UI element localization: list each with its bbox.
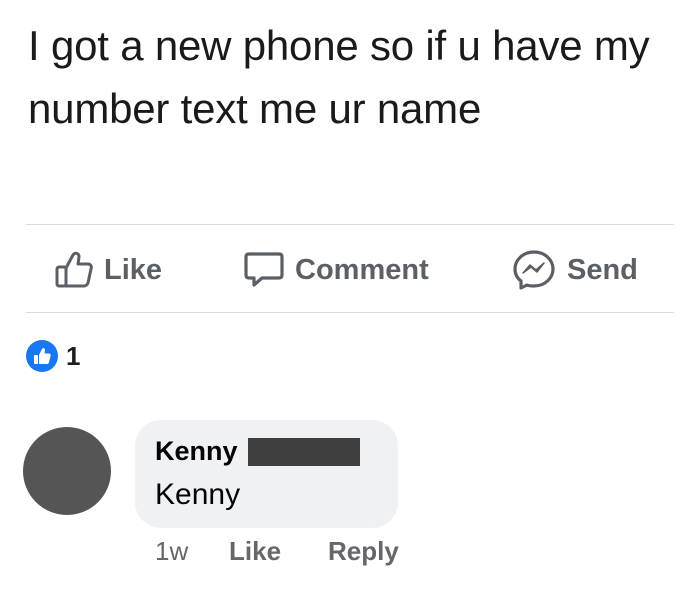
- redaction-bar: [247, 437, 360, 466]
- comment-author[interactable]: Kenny: [155, 436, 360, 467]
- comment-like-link[interactable]: Like: [229, 536, 281, 567]
- send-label: Send: [567, 253, 638, 286]
- top-divider: [26, 224, 674, 225]
- comment-reply-link[interactable]: Reply: [328, 536, 399, 567]
- messenger-icon: [511, 248, 557, 292]
- like-label: Like: [104, 253, 163, 286]
- post-text: I got a new phone so if u have my number…: [28, 22, 650, 132]
- thumbs-up-outline-icon: [54, 251, 94, 289]
- post-action-bar: Like Comment Send: [0, 242, 700, 298]
- speech-bubble-icon: [243, 250, 285, 290]
- thumbs-up-badge-icon: [26, 340, 58, 372]
- comment-timestamp[interactable]: 1w: [155, 536, 188, 567]
- comment-bubble: Kenny Kenny: [135, 420, 398, 528]
- comment-text: Kenny: [155, 478, 241, 511]
- reaction-summary[interactable]: 1: [26, 340, 80, 372]
- avatar[interactable]: [23, 427, 111, 515]
- comment-label: Comment: [295, 253, 429, 286]
- send-button[interactable]: Send: [511, 242, 638, 298]
- comment-button[interactable]: Comment: [243, 242, 429, 298]
- comment-author-name: Kenny: [155, 436, 238, 466]
- like-button[interactable]: Like: [54, 242, 162, 298]
- reaction-count: 1: [66, 340, 81, 371]
- bottom-divider: [26, 312, 674, 313]
